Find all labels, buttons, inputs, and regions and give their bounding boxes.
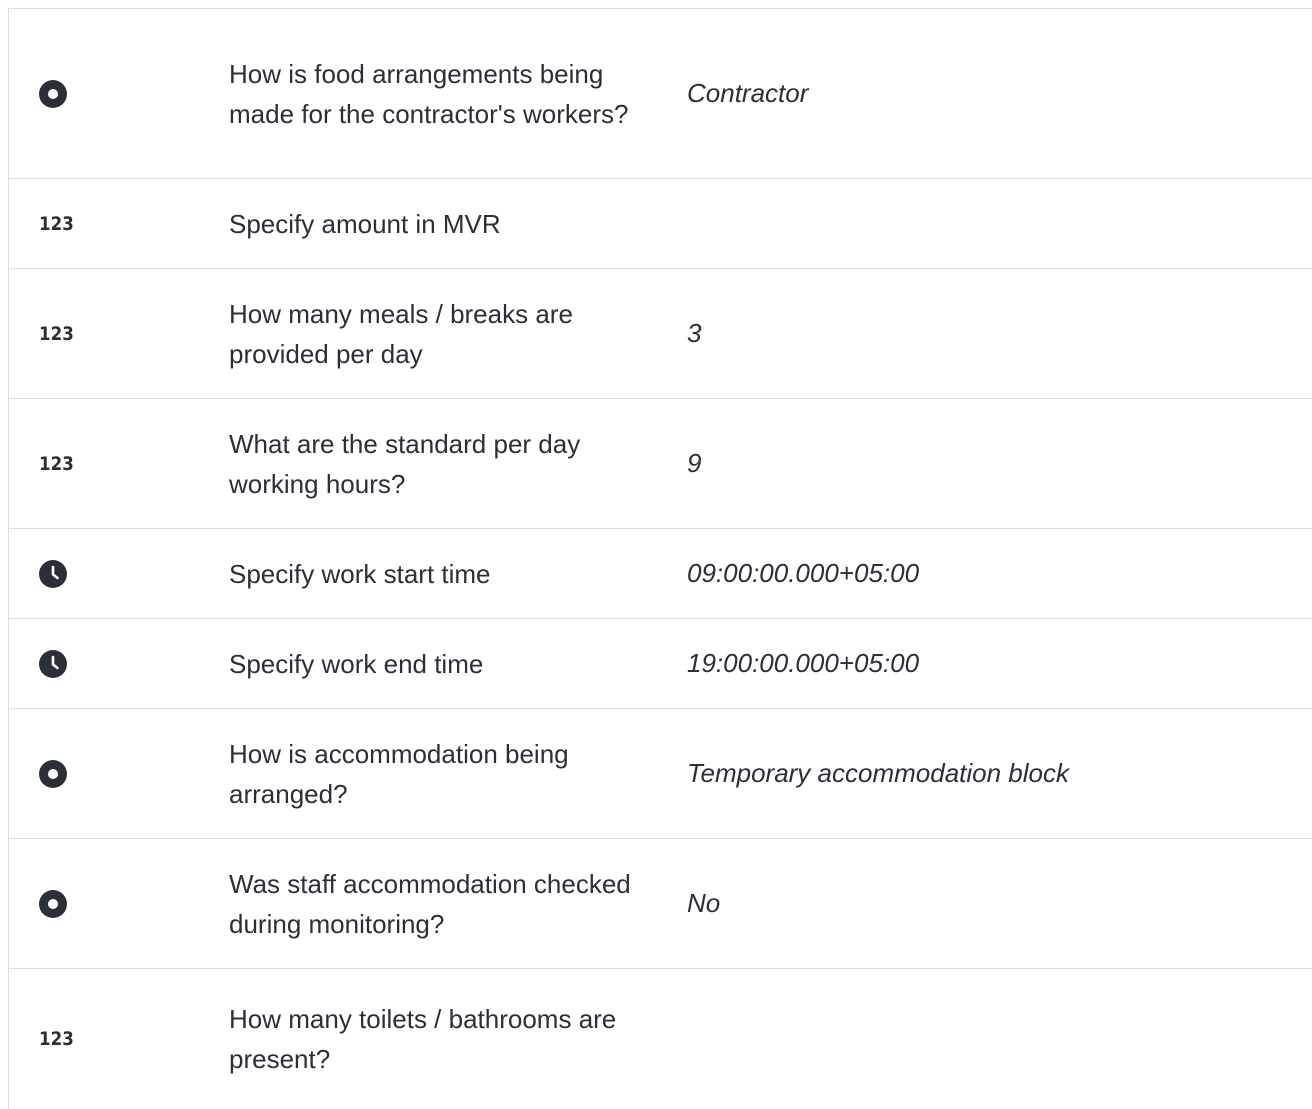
type-cell	[9, 889, 229, 918]
question-label: Specify amount in MVR	[229, 208, 501, 239]
question-label: How is food arrangements being made for …	[229, 58, 629, 129]
question-label: Was staff accommodation checked during m…	[229, 868, 631, 939]
number-icon: 123	[39, 452, 74, 475]
answer-value: 09:00:00.000+05:00	[687, 558, 920, 588]
type-cell	[9, 79, 229, 108]
table-row: Specify work start time 09:00:00.000+05:…	[9, 529, 1312, 619]
number-icon: 123	[39, 322, 74, 345]
question-label: How many meals / breaks are provided per…	[229, 298, 573, 369]
type-cell: 123	[9, 453, 229, 475]
answer-value: No	[687, 888, 721, 918]
clock-icon	[39, 649, 67, 678]
answer-value: 3	[687, 318, 702, 348]
table-row: Specify work end time 19:00:00.000+05:00	[9, 619, 1312, 709]
table-row: 123 Specify amount in MVR	[9, 179, 1312, 269]
radio-icon	[39, 759, 67, 788]
survey-response-table: How is food arrangements being made for …	[8, 8, 1312, 1109]
type-cell	[9, 559, 229, 588]
table-row: 123 How many toilets / bathrooms are pre…	[9, 969, 1312, 1109]
question-label: How is accommodation being arranged?	[229, 738, 569, 809]
question-label: How many toilets / bathrooms are present…	[229, 1004, 617, 1074]
table-row: How is food arrangements being made for …	[9, 9, 1312, 179]
answer-value: 19:00:00.000+05:00	[687, 648, 920, 678]
answer-value: Contractor	[687, 78, 809, 108]
table-row: 123 How many meals / breaks are provided…	[9, 269, 1312, 399]
question-label: Specify work start time	[229, 558, 491, 589]
table-row: How is accommodation being arranged? Tem…	[9, 709, 1312, 839]
radio-icon	[39, 889, 67, 918]
type-cell: 123	[9, 1028, 229, 1050]
answer-value: 9	[687, 448, 702, 478]
question-label: What are the standard per day working ho…	[229, 428, 581, 499]
table-row: Was staff accommodation checked during m…	[9, 839, 1312, 969]
question-label: Specify work end time	[229, 648, 484, 679]
radio-icon	[39, 79, 67, 108]
table-row: 123 What are the standard per day workin…	[9, 399, 1312, 529]
type-cell: 123	[9, 213, 229, 235]
type-cell	[9, 759, 229, 788]
type-cell	[9, 649, 229, 678]
type-cell: 123	[9, 323, 229, 345]
answer-value: Temporary accommodation block	[687, 758, 1069, 788]
number-icon: 123	[39, 212, 74, 235]
clock-icon	[39, 559, 67, 588]
number-icon: 123	[39, 1028, 74, 1050]
